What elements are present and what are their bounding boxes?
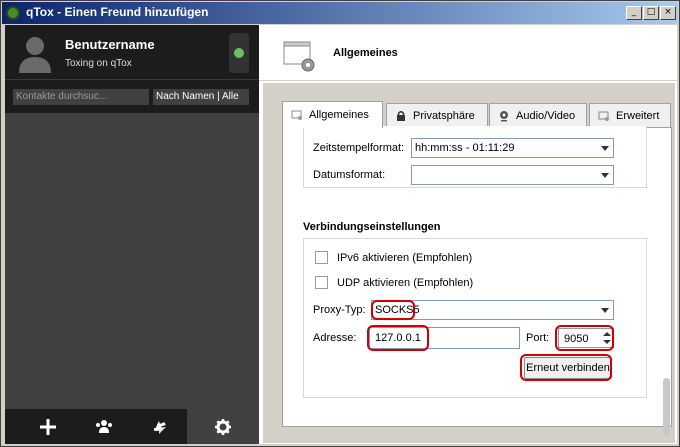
add-friend-button[interactable] (21, 409, 75, 444)
format-group: Zeitstempelformat: hh:mm:ss - 01:11:29 D… (303, 126, 647, 188)
settings-page-title: Allgemeines (333, 47, 398, 59)
contact-sort-select[interactable]: Nach Namen | Alle (153, 89, 249, 105)
date-format-select[interactable] (411, 165, 614, 185)
online-status-icon (234, 48, 244, 58)
settings-panel: Allgemeines Allgemeines Privatsphäre Aud… (259, 25, 677, 444)
tab-label: Allgemeines (309, 109, 369, 121)
ipv6-checkbox[interactable] (315, 251, 328, 264)
bottom-toolbar (5, 409, 259, 444)
tab-label: Erweitert (616, 109, 660, 122)
group-chat-button[interactable] (77, 409, 131, 444)
file-transfer-button[interactable] (133, 409, 187, 444)
chevron-down-icon (601, 308, 609, 313)
tab-advanced[interactable]: Erweitert (589, 103, 671, 127)
chevron-down-icon (601, 146, 609, 151)
transfer-icon (154, 420, 166, 434)
status-button[interactable] (229, 33, 249, 73)
proxy-type-select[interactable]: SOCKS5 (371, 300, 614, 320)
tab-label: Privatsphäre (413, 109, 475, 122)
tab-audio-video[interactable]: Audio/Video (489, 103, 587, 127)
qtox-app-icon (6, 6, 20, 20)
maximize-button[interactable]: □ (643, 6, 659, 20)
sidebar: Benutzername Toxing on qTox Kontakte dur… (5, 25, 259, 444)
time-format-value: hh:mm:ss - 01:11:29 (415, 142, 515, 154)
general-icon (291, 110, 302, 120)
window-title: qTox - Einen Freund hinzufügen (26, 5, 209, 19)
scrollbar-thumb[interactable] (663, 378, 670, 436)
time-format-select[interactable]: hh:mm:ss - 01:11:29 (411, 138, 614, 158)
connection-group: IPv6 aktivieren (Empfohlen) UDP aktivier… (303, 238, 647, 398)
webcam-icon (500, 110, 508, 121)
connection-settings-heading: Verbindungseinstellungen (303, 221, 441, 233)
user-name[interactable]: Benutzername (65, 37, 155, 52)
address-label: Adresse: (313, 332, 357, 344)
settings-body: Allgemeines Privatsphäre Audio/Video Erw… (263, 83, 675, 443)
contact-filter-bar: Kontakte durchsuc... Nach Namen | Alle (5, 79, 259, 113)
port-value: 9050 (564, 333, 589, 345)
settings-header: Allgemeines (259, 25, 677, 81)
app-window: qTox - Einen Freund hinzufügen _ □ × Ben… (0, 0, 680, 447)
port-label: Port: (526, 332, 550, 344)
general-settings-icon (283, 41, 315, 72)
lock-icon (397, 110, 405, 121)
proxy-type-label: Proxy-Typ: (313, 304, 366, 316)
tab-privacy[interactable]: Privatsphäre (386, 103, 488, 127)
tab-label: Audio/Video (516, 109, 576, 122)
date-format-label: Datumsformat: (313, 169, 386, 181)
contact-search-input[interactable]: Kontakte durchsuc... (13, 89, 149, 105)
advanced-icon (598, 111, 609, 121)
udp-checkbox[interactable] (315, 276, 328, 289)
reconnect-button[interactable]: Erneut verbinden (524, 357, 612, 379)
udp-label: UDP aktivieren (Empfohlen) (337, 277, 474, 289)
time-format-label: Zeitstempelformat: (313, 142, 405, 154)
address-input[interactable]: 127.0.0.1 (369, 327, 520, 349)
ipv6-label: IPv6 aktivieren (Empfohlen) (337, 252, 473, 264)
user-status-message[interactable]: Toxing on qTox (65, 58, 132, 69)
chevron-down-icon (601, 173, 609, 178)
settings-icon (215, 418, 231, 435)
avatar[interactable] (17, 33, 53, 73)
port-spinbox[interactable]: 9050 (558, 328, 614, 348)
proxy-type-value: SOCKS5 (375, 304, 420, 316)
spin-arrows-icon[interactable] (603, 331, 611, 345)
minimize-button[interactable]: _ (626, 6, 642, 20)
tab-general[interactable]: Allgemeines (282, 101, 383, 128)
settings-button[interactable] (187, 409, 259, 444)
contact-list (5, 113, 259, 409)
profile-panel: Benutzername Toxing on qTox (5, 25, 259, 79)
group-icon (96, 419, 112, 433)
close-button[interactable]: × (660, 6, 676, 20)
title-bar: qTox - Einen Freund hinzufügen _ □ × (2, 2, 678, 24)
tab-content: Zeitstempelformat: hh:mm:ss - 01:11:29 D… (282, 126, 672, 436)
add-friend-icon (40, 418, 56, 435)
